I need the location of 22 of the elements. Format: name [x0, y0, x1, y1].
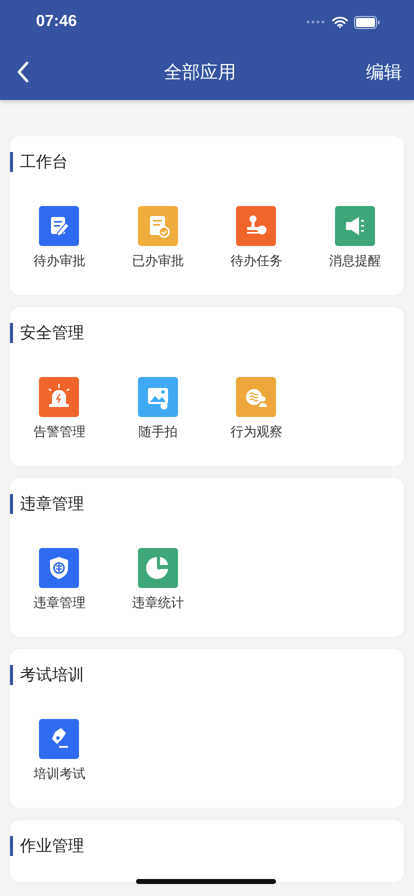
app-shortcut[interactable]: 待办审批 [10, 206, 108, 269]
signal-icon [306, 20, 326, 24]
app-shortcut[interactable]: 已办审批 [108, 206, 207, 269]
wifi-icon [332, 16, 348, 28]
app-shortcut[interactable]: 待办任务 [207, 206, 306, 269]
section-title: 安全管理 [10, 323, 404, 343]
battery-icon [354, 16, 380, 28]
section-title: 作业管理 [10, 836, 404, 856]
app-shortcut[interactable]: 违章管理 [10, 548, 108, 611]
app-shortcut[interactable]: 违章统计 [108, 548, 207, 611]
app-shortcut[interactable]: 消息提醒 [306, 206, 404, 269]
section-title: 考试培训 [10, 665, 404, 685]
back-icon [16, 61, 30, 83]
status-time: 07:46 [36, 13, 77, 31]
app-shortcut[interactable]: 行为观察 [207, 377, 306, 440]
app-shortcut[interactable]: 告警管理 [10, 377, 108, 440]
app-shortcut[interactable]: 随手拍 [108, 377, 207, 440]
edit-button[interactable]: 编辑 [366, 60, 402, 84]
section-title: 工作台 [10, 152, 404, 172]
section-title: 违章管理 [10, 494, 404, 514]
app-shortcut[interactable]: 培训考试 [10, 719, 108, 782]
page-title: 全部应用 [164, 61, 236, 84]
